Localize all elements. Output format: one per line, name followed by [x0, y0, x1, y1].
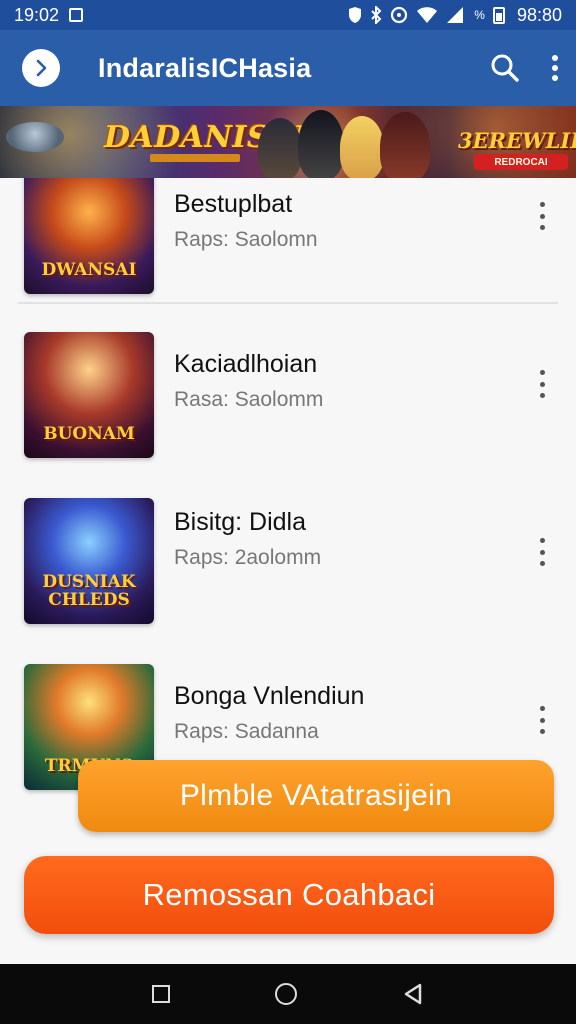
signal-icon [447, 7, 464, 23]
item-title: Kaciadlhoian [174, 350, 318, 378]
status-bar: 19:02 % 98:80 [0, 0, 576, 30]
list-item[interactable]: DUSNIAK CHLEDS Bisitg: Didla Raps: 2aolo… [0, 496, 576, 636]
thumbnail-title: BUONAM [43, 424, 135, 445]
thumbnail-title: DUSNIAK CHLEDS [42, 572, 136, 611]
promo-banner[interactable]: DADANISAI 3EREWLIRS REDROCAI [0, 106, 576, 178]
navigation-button[interactable] [22, 49, 60, 87]
item-more-button[interactable] [532, 534, 552, 570]
bluetooth-icon [371, 6, 382, 24]
item-more-button[interactable] [532, 366, 552, 402]
spaceship-graphic [6, 122, 64, 152]
overflow-menu-button[interactable] [550, 53, 560, 83]
more-vert-icon [539, 538, 545, 543]
search-button[interactable] [490, 53, 520, 83]
item-subtitle: Raps: Sadanna [174, 720, 319, 743]
shield-icon [349, 7, 362, 23]
item-more-button[interactable] [532, 198, 552, 234]
game-thumbnail: DUSNIAK CHLEDS [24, 498, 154, 624]
banner-logo-underline [150, 154, 240, 162]
banner-right-subtitle: REDROCAI [474, 154, 568, 170]
item-subtitle: Raps: Saolomn [174, 228, 318, 251]
character-graphic [340, 116, 384, 178]
item-title: Bestuplbat [174, 190, 293, 218]
item-title: Bisitg: Didla [174, 508, 306, 536]
back-icon[interactable] [402, 982, 424, 1006]
gallery-icon [69, 8, 84, 22]
status-time-right: 98:80 [516, 4, 562, 25]
alarm-icon [391, 6, 408, 24]
more-vert-icon [539, 370, 545, 375]
primary-action-button[interactable]: Remossan Coahbaci [24, 856, 554, 934]
list-item[interactable]: BUONAM Kaciadlhoian Rasa: Saolomm [0, 328, 576, 468]
character-graphic [258, 118, 302, 178]
more-vert-icon [552, 55, 558, 81]
wifi-icon [417, 7, 438, 23]
recents-icon[interactable] [152, 985, 171, 1003]
home-icon[interactable] [274, 983, 297, 1005]
secondary-action-button[interactable]: Plmble VAtatrasijein [78, 760, 554, 832]
banner-right-title: 3EREWLIRS [458, 128, 576, 153]
more-vert-icon [539, 706, 545, 711]
item-subtitle: Rasa: Saolomm [174, 388, 324, 411]
app-bar: IndaralisICHasia [0, 30, 576, 106]
more-vert-icon [539, 202, 545, 207]
item-subtitle: Raps: 2aolomm [174, 546, 322, 569]
status-time-left: 19:02 [14, 4, 60, 25]
character-graphic [380, 112, 430, 178]
game-list: DWANSAI Bestuplbat Raps: Saolomn BUONAM … [0, 178, 576, 964]
signal-label: % [474, 8, 485, 22]
thumbnail-title: DWANSAI [41, 260, 137, 281]
search-icon [491, 54, 519, 82]
list-item[interactable]: DWANSAI Bestuplbat Raps: Saolomn [0, 178, 576, 308]
system-nav-bar [0, 964, 576, 1024]
item-more-button[interactable] [532, 702, 552, 738]
item-title: Bonga Vnlendiun [174, 682, 365, 710]
chevron-right-icon [36, 59, 47, 77]
game-thumbnail: BUONAM [24, 332, 154, 458]
character-graphic [298, 110, 344, 178]
app-title: IndaralisICHasia [98, 52, 312, 83]
divider [18, 302, 558, 304]
battery-icon [492, 6, 505, 24]
game-thumbnail: DWANSAI [24, 178, 154, 294]
